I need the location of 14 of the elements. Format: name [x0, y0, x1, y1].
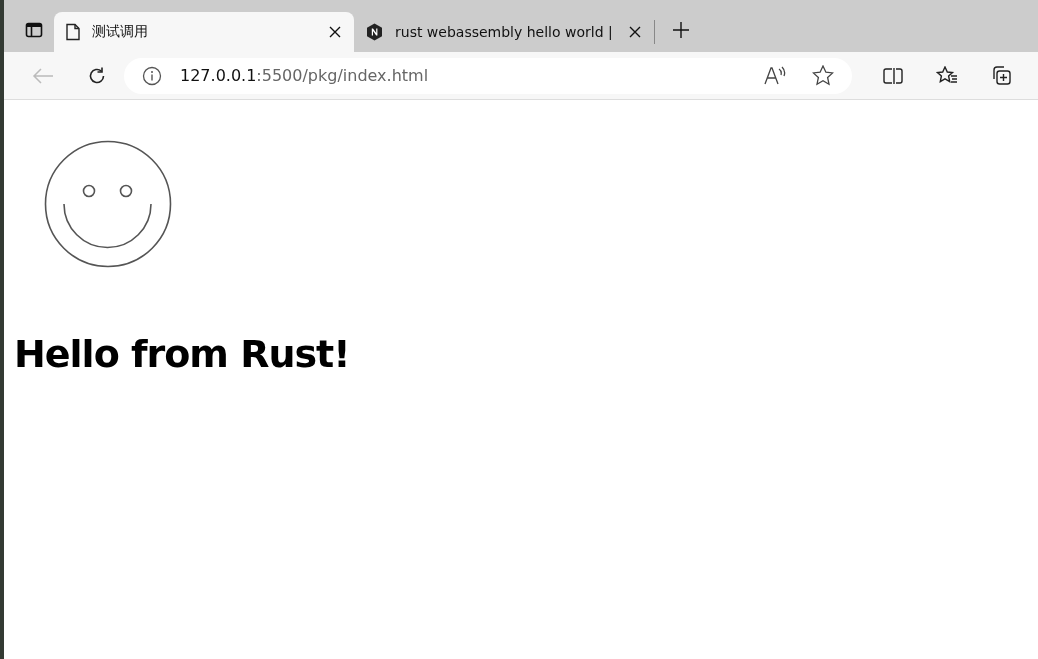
document-icon — [66, 23, 80, 41]
tab-title: 测试调用 — [92, 23, 149, 41]
page-heading: Hello from Rust! — [14, 332, 350, 376]
info-icon — [142, 65, 162, 86]
address-bar[interactable]: 127.0.0.1:5500/pkg/index.html — [124, 57, 852, 94]
browser-tab[interactable]: rust webassembly hello world | — [354, 12, 654, 52]
browser-tab[interactable]: 测试调用 — [54, 12, 354, 52]
close-icon[interactable] — [328, 25, 342, 39]
hexagon-n-icon — [366, 23, 383, 41]
close-icon[interactable] — [628, 25, 642, 39]
star-icon[interactable] — [812, 65, 834, 86]
url-text: 127.0.0.1:5500/pkg/index.html — [180, 66, 429, 85]
read-aloud-icon[interactable] — [764, 65, 786, 86]
tab-title: rust webassembly hello world | — [395, 24, 614, 40]
